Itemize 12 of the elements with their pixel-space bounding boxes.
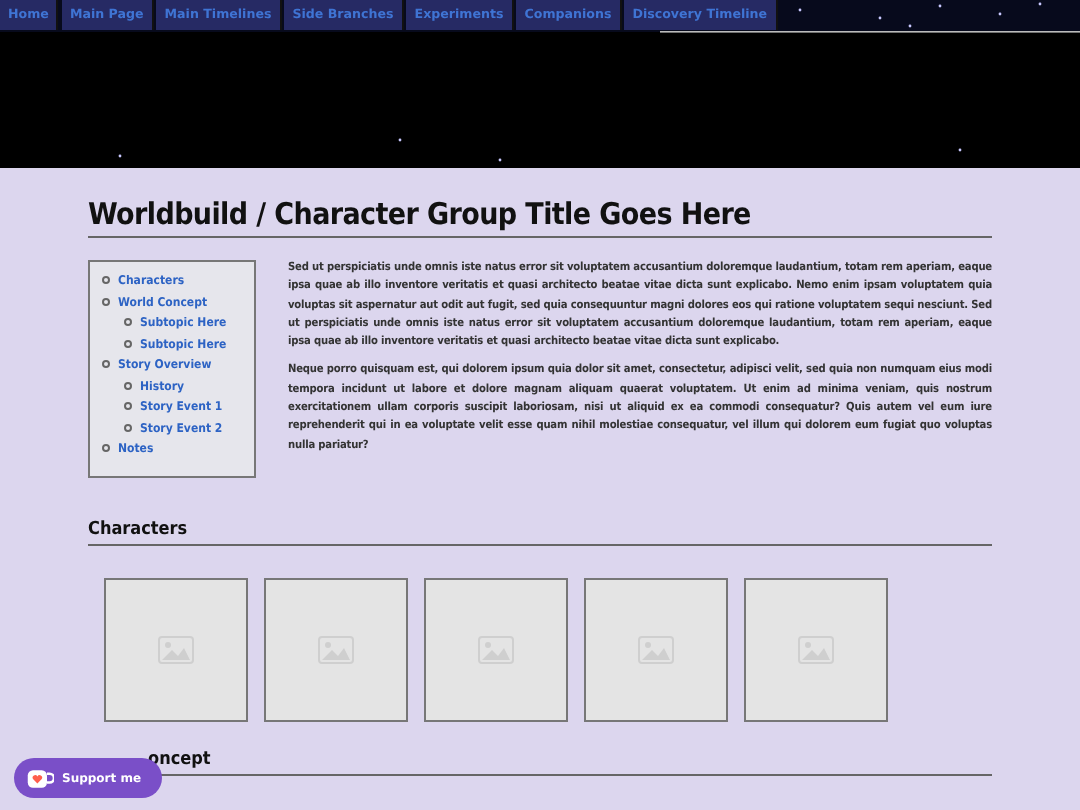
page-title: Worldbuild / Character Group Title Goes Here [88, 196, 992, 238]
bullet-icon [102, 444, 110, 453]
bullet-icon [102, 297, 110, 306]
bullet-icon [124, 423, 132, 432]
cup-icon [26, 767, 54, 789]
bullet-icon [102, 360, 110, 369]
section-heading: Characters [88, 519, 992, 545]
bullet-icon [124, 381, 132, 390]
bullet-icon [124, 402, 132, 411]
bullet-icon [102, 276, 110, 285]
bullet-icon [124, 339, 132, 348]
bullet-icon [124, 318, 132, 327]
